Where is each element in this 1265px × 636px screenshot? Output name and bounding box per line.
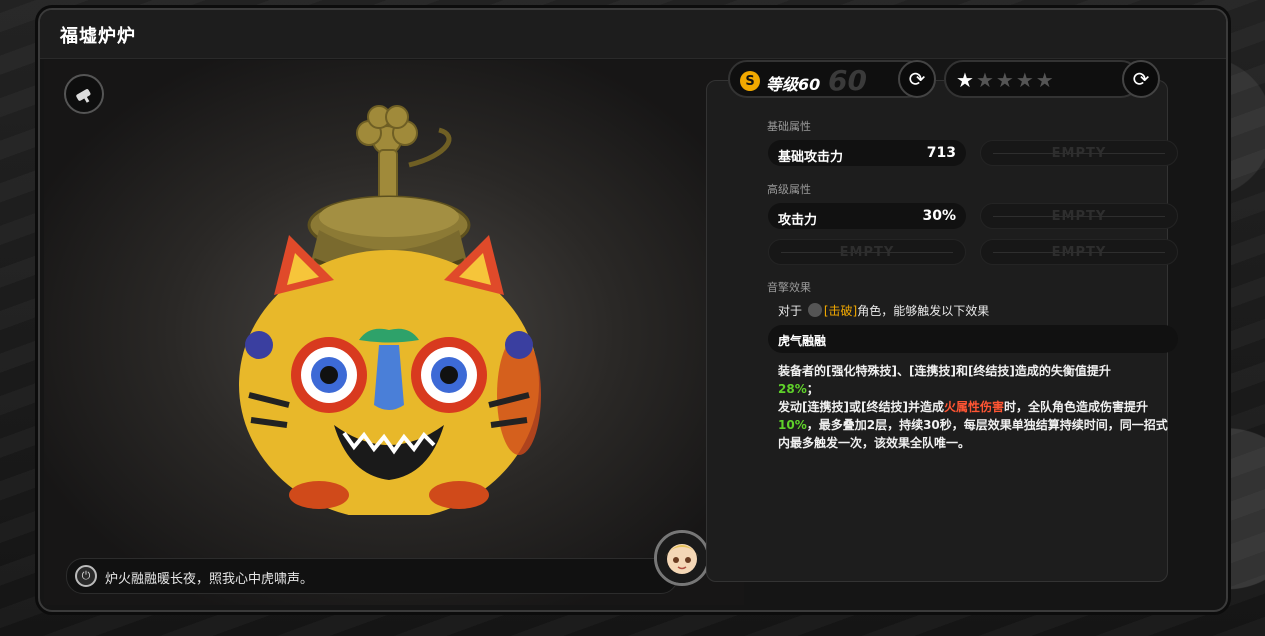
tiger-censer-image [239, 105, 541, 515]
strike-type-icon [807, 303, 822, 317]
empty-text: EMPTY [1051, 209, 1107, 224]
star-icon: ★ [995, 68, 1016, 92]
star-icon: ★ [975, 68, 996, 92]
agent-avatar[interactable] [654, 530, 710, 586]
stat-value: 30% [922, 208, 956, 224]
empty-text: EMPTY [839, 245, 895, 260]
stat-name: 攻击力 [778, 213, 818, 228]
star-pill: ★★★★★ [944, 60, 1140, 98]
stat-name: 基础攻击力 [778, 150, 844, 165]
weapon-title: 福墟炉炉 [60, 26, 136, 47]
effect-section-label: 音擎效果 [767, 281, 811, 294]
base-stats-label: 基础属性 [767, 120, 811, 133]
refresh-icon: ⟳ [1132, 67, 1150, 91]
advanced-stats-label: 高级属性 [767, 183, 811, 196]
refresh-icon: ⟳ [908, 67, 926, 91]
attack-percent-stat: 攻击力 30% [768, 203, 966, 229]
effect-name: 虎气融融 [778, 334, 827, 348]
effect-intro-prefix: 对于 [778, 304, 803, 318]
quote-bar: ⏻ 炉火融融暖长夜，照我心中虎啸声。 [66, 558, 678, 594]
star-icon: ★ [956, 68, 976, 92]
star-refresh-button[interactable]: ⟳ [1122, 60, 1160, 98]
empty-slot: EMPTY [768, 239, 966, 265]
desc-value: 28% [778, 382, 807, 396]
stat-value: 713 [926, 145, 956, 161]
level-max: 60 [828, 64, 867, 97]
effect-name-pill: 虎气融融 [768, 325, 1178, 353]
desc-part: ，最多叠加2层，持续30秒，每层效果单独结算持续时间，同一招式内最多触发一次，该… [778, 418, 1168, 450]
star-rating: ★★★★★ [956, 68, 1056, 92]
desc-part: ； [806, 382, 819, 396]
level-refresh-button[interactable]: ⟳ [898, 60, 936, 98]
rank-badge: S [740, 71, 760, 91]
effect-intro: 对于 [击破]角色，能够触发以下效果 [778, 302, 989, 319]
desc-fire: 火属性伤害 [943, 400, 1004, 414]
effect-description: 装备者的[强化特殊技]、[连携技]和[终结技]造成的失衡值提升 28%； 发动[… [778, 362, 1170, 452]
star-icon: ★ [1035, 68, 1056, 92]
effect-intro-suffix: 角色，能够触发以下效果 [857, 304, 990, 318]
empty-slot: EMPTY [980, 239, 1178, 265]
star-icon: ★ [1015, 68, 1036, 92]
quote-text: 炉火融融暖长夜，照我心中虎啸声。 [105, 572, 314, 587]
empty-text: EMPTY [1051, 146, 1107, 161]
empty-slot: EMPTY [980, 203, 1178, 229]
strike-type-icon [64, 74, 104, 114]
weapon-showcase: ⏻ 炉火融融暖长夜，照我心中虎啸声。 [44, 60, 766, 605]
desc-value: 10% [778, 418, 807, 432]
desc-part: 发动[连携技]或[终结技]并造成 [778, 400, 944, 414]
empty-text: EMPTY [1051, 245, 1107, 260]
base-attack-stat: 基础攻击力 713 [768, 140, 966, 166]
level-pill: S 等级60 60 [728, 60, 926, 98]
quote-icon: ⏻ [75, 565, 97, 587]
desc-part: 装备者的[强化特殊技]、[连携技]和[终结技]造成的失衡值提升 [778, 364, 1111, 378]
empty-slot: EMPTY [980, 140, 1178, 166]
title-bar: 福墟炉炉 [40, 10, 1226, 59]
level-label: 等级60 [766, 75, 821, 94]
effect-intro-highlight: [击破] [823, 304, 858, 318]
desc-part: 时，全队角色造成伤害提升 [1003, 400, 1148, 414]
